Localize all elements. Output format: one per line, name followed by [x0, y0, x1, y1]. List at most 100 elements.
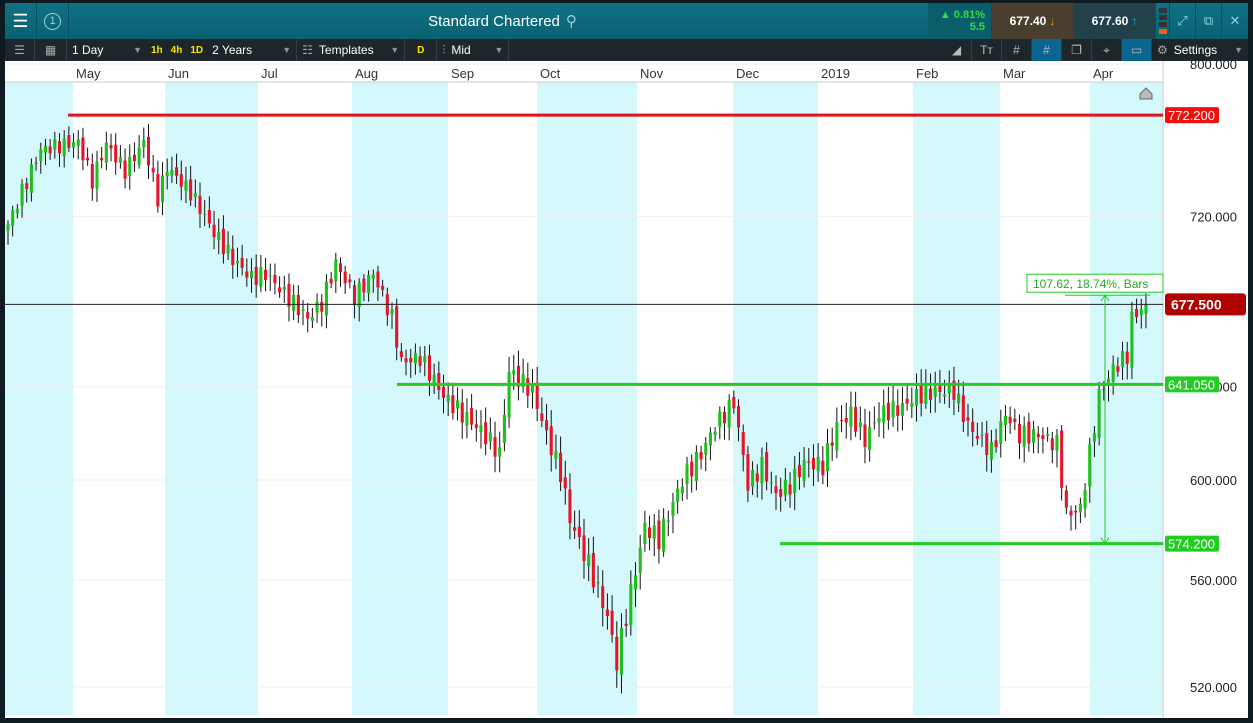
candle-body	[863, 424, 867, 447]
candle-body	[399, 351, 403, 358]
chevron-down-icon: ▼	[390, 45, 400, 55]
candle-body	[488, 432, 492, 442]
daily-change: ▲ 0.81% 5.5	[928, 3, 992, 39]
month-label: Oct	[540, 66, 561, 81]
interval-select[interactable]: 1 Day ▼	[67, 39, 147, 61]
grid-edit-icon[interactable]: #	[1032, 39, 1062, 61]
expand-icon[interactable]: ⤢	[1170, 3, 1196, 39]
candle-body	[928, 388, 933, 400]
candle-body	[118, 156, 122, 163]
candle-body	[301, 309, 305, 311]
candle-body	[306, 312, 310, 319]
range-select[interactable]: 2 Years ▼	[207, 39, 298, 61]
candle-body	[334, 259, 338, 282]
candle-body	[1125, 351, 1129, 364]
candle-body	[563, 477, 567, 489]
buy-price-button[interactable]: 677.60 ↑	[1074, 3, 1156, 39]
candle-body	[484, 422, 488, 445]
candles-icon: ⫶	[442, 42, 446, 57]
candle-body	[957, 393, 961, 404]
candle-body	[446, 394, 450, 402]
candle-body	[797, 464, 801, 478]
d-button[interactable]: D	[405, 39, 438, 61]
candle-body	[699, 451, 703, 460]
instrument-title[interactable]: Standard Chartered ⚲	[69, 3, 928, 39]
candle-body	[273, 274, 277, 284]
measure-label: 107.62, 18.74%, Bars	[1033, 277, 1148, 291]
menu-icon[interactable]: ☰	[5, 3, 37, 39]
candle-body	[905, 398, 909, 404]
candle-body	[840, 420, 844, 422]
candle-body	[1135, 308, 1139, 317]
layout-icon[interactable]: ▦	[35, 39, 67, 61]
candle-body	[282, 286, 286, 291]
candle-body	[591, 552, 595, 588]
candle-body	[676, 488, 680, 502]
candle-body	[568, 489, 572, 524]
price-chart[interactable]: May Jun Jul Aug Sep Oct Nov Dec 2019 Feb Mar Apr 800…	[5, 57, 1248, 718]
close-icon[interactable]: ✕	[1222, 3, 1248, 39]
candle-body	[264, 269, 268, 281]
candle-body	[554, 450, 558, 459]
candle-body	[914, 388, 919, 406]
quick-1d[interactable]: 1D	[186, 45, 207, 56]
candle-body	[727, 400, 731, 428]
candle-body	[203, 213, 207, 216]
layers-icon[interactable]: ❐	[1062, 39, 1092, 61]
settings-button[interactable]: ⚙ Settings ▼	[1152, 39, 1248, 61]
candle-body	[470, 407, 474, 425]
candle-body	[765, 452, 769, 482]
grid-icon[interactable]: #	[1002, 39, 1032, 61]
chart-canvas[interactable]: May Jun Jul Aug Sep Oct Nov Dec 2019 Feb Mar Apr 800…	[5, 57, 1248, 718]
sell-price-button[interactable]: 677.40 ↓	[992, 3, 1074, 39]
candle-body	[29, 164, 33, 193]
candle-body	[596, 582, 600, 584]
candle-body	[109, 144, 113, 149]
candle-body	[1111, 364, 1115, 382]
candle-body	[718, 411, 722, 428]
popout-icon[interactable]: ⧉	[1196, 3, 1222, 39]
down-arrow-icon: ↓	[1049, 14, 1056, 28]
candle-body	[943, 394, 947, 397]
candle-body	[15, 208, 19, 214]
candle-body	[1050, 438, 1054, 451]
text-tool-icon[interactable]: Tт	[972, 39, 1002, 61]
candle-body	[1003, 415, 1008, 425]
quick-1h[interactable]: 1h	[147, 45, 167, 56]
crosshair-icon[interactable]: ⌖	[1092, 39, 1122, 61]
candle-body	[512, 370, 516, 375]
candle-body	[708, 432, 712, 446]
candle-body	[507, 372, 511, 418]
candle-body	[807, 461, 811, 463]
candle-body	[6, 224, 10, 231]
list-icon[interactable]: ☰	[5, 39, 35, 61]
candle-body	[498, 447, 502, 457]
quick-4h[interactable]: 4h	[167, 45, 187, 56]
workspace-badge[interactable]: 1	[37, 3, 69, 39]
candle-body	[610, 610, 614, 635]
candle-body	[1097, 389, 1101, 438]
candle-body	[357, 282, 361, 307]
month-label: Mar	[1003, 66, 1026, 81]
candle-body	[1055, 434, 1059, 451]
candle-body	[1064, 490, 1068, 508]
candle-body	[662, 518, 666, 552]
candle-body	[460, 402, 464, 423]
price-type-select[interactable]: ⫶ Mid ▼	[437, 39, 510, 61]
candle-body	[437, 373, 441, 390]
month-shade	[352, 82, 448, 715]
price-tick-label: 600.000	[1190, 473, 1237, 488]
candle-body	[43, 145, 48, 153]
candle-body	[751, 469, 755, 487]
tag-icon[interactable]: ▭	[1122, 39, 1152, 61]
candle-body	[160, 175, 165, 203]
candle-body	[849, 406, 853, 427]
search-icon[interactable]: ⚲	[566, 12, 577, 30]
candle-body	[648, 527, 652, 538]
candle-body	[540, 413, 544, 421]
candle-body	[249, 271, 254, 279]
candle-body	[1032, 429, 1036, 443]
candle-body	[278, 287, 282, 293]
templates-select[interactable]: ☷ Templates ▼	[297, 39, 406, 61]
drawing-tool-icon[interactable]: ◢	[942, 39, 972, 61]
